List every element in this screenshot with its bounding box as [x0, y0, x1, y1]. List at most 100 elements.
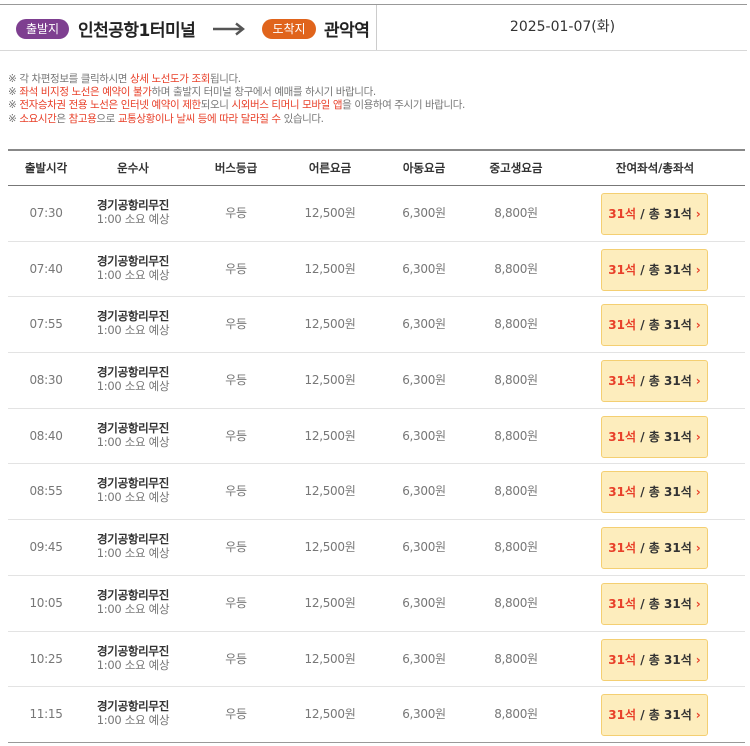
carrier-info: 경기공항리무진 1:00 소요 예상 — [97, 644, 170, 673]
notice-text: ※ — [8, 112, 20, 125]
header-teen-fare: 중고생요금 — [489, 161, 543, 175]
chevron-right-icon: › — [695, 207, 701, 221]
chevron-right-icon: › — [695, 541, 701, 556]
select-seat-button[interactable]: 31석 / 총 31석 › — [601, 638, 708, 681]
total-seats: / 총 31석 — [640, 429, 692, 444]
select-seat-button[interactable]: 31석 / 총 31석 › — [601, 527, 708, 570]
notice-text: 됩니다. — [209, 73, 241, 85]
bus-grade: 우등 — [225, 428, 247, 443]
departure-time: 09:45 — [29, 540, 63, 555]
child-fare: 6,300원 — [402, 206, 446, 220]
remaining-seats: 31석 — [608, 541, 637, 556]
adult-fare: 12,500원 — [304, 595, 356, 610]
notice-highlight: 참고용 — [68, 112, 97, 125]
select-seat-button[interactable]: 31석 / 총 31석 › — [601, 360, 708, 403]
adult-fare: 12,500원 — [304, 261, 356, 276]
remaining-seats: 31석 — [608, 485, 637, 500]
total-seats: / 총 31석 — [640, 207, 692, 221]
select-seat-button[interactable]: 31석 / 총 31석 › — [601, 582, 708, 625]
remaining-seats: 31석 — [608, 429, 637, 444]
notice-text: 되오니 — [200, 99, 232, 112]
table-row[interactable]: 07:55 경기공항리무진 1:00 소요 예상 우등 12,500원 6,300원 8,8… — [8, 297, 745, 354]
teen-fare: 8,800원 — [494, 261, 538, 276]
notice-text: 은 — [56, 112, 69, 125]
table-header: 출발시각 운수사 버스등급 어른요금 아동요금 중고생요금 잔여좌석/총좌석 — [8, 149, 745, 186]
table-row[interactable]: 07:40 경기공항리무진 1:00 소요 예상 우등 12,500원 6,300원 8,8… — [8, 242, 745, 298]
table-row[interactable]: 09:45 경기공항리무진 1:00 소요 예상 우등 12,500원 6,300원 8,8… — [8, 520, 745, 576]
remaining-seats: 31석 — [608, 262, 637, 277]
select-seat-button[interactable]: 31석 / 총 31석 › — [601, 471, 708, 514]
estimated-duration: 1:00 소요 예상 — [96, 601, 170, 616]
carrier-name: 경기공항리무진 — [97, 365, 169, 380]
bus-grade: 우등 — [225, 261, 247, 276]
notice-line: ※ 소요시간은 참고용으로 교통상황이나 날씨 등에 따라 달라질 수 있습니다… — [8, 113, 743, 126]
chevron-right-icon: › — [695, 429, 701, 444]
table-row[interactable]: 07:30 경기공항리무진 1:00 소요 예상 우등 12,500원 6,300원 8,8… — [8, 186, 745, 242]
notice-highlight: 상세 노선도가 조회 — [130, 73, 210, 85]
select-seat-button[interactable]: 31석 / 총 31석 › — [601, 304, 708, 347]
carrier-name: 경기공항리무진 — [97, 198, 169, 212]
chevron-right-icon: › — [695, 596, 701, 611]
schedule-table: 출발시각 운수사 버스등급 어른요금 아동요금 중고생요금 잔여좌석/총좌석 07:30 경기… — [8, 149, 745, 743]
total-seats: / 총 31석 — [640, 374, 692, 389]
bus-grade: 우등 — [225, 317, 247, 332]
estimated-duration: 1:00 소요 예상 — [96, 267, 170, 282]
notice-text: 으로 — [96, 112, 118, 125]
select-seat-button[interactable]: 31석 / 총 31석 › — [601, 193, 708, 235]
remaining-seats: 31석 — [608, 318, 637, 333]
departure-date: 2025-01-07(화) — [509, 19, 616, 35]
estimated-duration: 1:00 소요 예상 — [96, 713, 170, 728]
table-body: 07:30 경기공항리무진 1:00 소요 예상 우등 12,500원 6,300원 8,8… — [8, 186, 745, 743]
carrier-info: 경기공항리무진 1:00 소요 예상 — [96, 254, 170, 283]
departure-badge: 출발지 — [16, 19, 69, 39]
table-row[interactable]: 08:30 경기공항리무진 1:00 소요 예상 우등 12,500원 6,300원 8,8… — [8, 353, 745, 409]
header-adult-fare: 어른요금 — [308, 161, 352, 175]
child-fare: 6,300원 — [402, 651, 446, 666]
notice-highlight: 전자승차권 전용 노선은 인터넷 예약이 제한 — [19, 99, 201, 112]
table-row[interactable]: 11:15 경기공항리무진 1:00 소요 예상 우등 12,500원 6,300원 8,8… — [8, 687, 745, 743]
remaining-seats: 31석 — [608, 374, 637, 389]
adult-fare: 12,500원 — [304, 707, 356, 722]
arrival-terminal: 관악역 — [324, 21, 370, 41]
carrier-info: 경기공항리무진 1:00 소요 예상 — [96, 699, 170, 728]
estimated-duration: 1:00 소요 예상 — [96, 379, 170, 394]
departure-time: 08:30 — [29, 373, 63, 388]
table-row[interactable]: 08:55 경기공항리무진 1:00 소요 예상 우등 12,500원 6,300원 8,8… — [8, 464, 745, 521]
total-seats: / 총 31석 — [640, 708, 692, 723]
header-seats: 잔여좌석/총좌석 — [615, 161, 695, 175]
table-row[interactable]: 10:25 경기공항리무진 1:00 소요 예상 우등 12,500원 6,300원 8,8… — [8, 632, 745, 688]
notice-list: ※ 각 차편정보를 클릭하시면 상세 노선도가 조회됩니다. ※ 좌석 비지정 노… — [8, 73, 743, 126]
teen-fare: 8,800원 — [494, 595, 538, 610]
adult-fare: 12,500원 — [304, 317, 356, 332]
notice-text: ※ — [8, 99, 20, 112]
total-seats: / 총 31석 — [640, 596, 692, 611]
select-seat-button[interactable]: 31석 / 총 31석 › — [601, 694, 708, 737]
total-seats: / 총 31석 — [640, 541, 692, 556]
child-fare: 6,300원 — [402, 317, 446, 332]
bus-grade: 우등 — [225, 540, 247, 555]
table-row[interactable]: 10:05 경기공항리무진 1:00 소요 예상 우등 12,500원 6,300원 8,8… — [8, 576, 745, 632]
carrier-name: 경기공항리무진 — [97, 309, 169, 324]
carrier-info: 경기공항리무진 1:00 소요 예상 — [97, 532, 170, 561]
departure-time: 10:05 — [29, 595, 63, 610]
notice-line: ※ 각 차편정보를 클릭하시면 상세 노선도가 조회됩니다. — [8, 73, 743, 86]
child-fare: 6,300원 — [402, 540, 446, 555]
carrier-name: 경기공항리무진 — [97, 699, 169, 714]
teen-fare: 8,800원 — [494, 373, 538, 388]
estimated-duration: 1:00 소요 예상 — [96, 434, 170, 449]
notice-highlight: 좌석 비지정 노선은 예약이 불가 — [19, 86, 152, 99]
header-carrier: 운수사 — [117, 161, 149, 175]
remaining-seats: 31석 — [608, 596, 637, 611]
teen-fare: 8,800원 — [494, 707, 538, 722]
carrier-name: 경기공항리무진 — [97, 420, 169, 435]
teen-fare: 8,800원 — [494, 484, 538, 499]
child-fare: 6,300원 — [402, 484, 446, 499]
bus-grade: 우등 — [225, 373, 247, 388]
table-row[interactable]: 08:40 경기공항리무진 1:00 소요 예상 우등 12,500원 6,300원 8,8… — [8, 409, 745, 465]
departure-time: 11:15 — [29, 707, 63, 722]
departure-time: 07:55 — [29, 317, 63, 332]
total-seats: / 총 31석 — [640, 485, 692, 500]
select-seat-button[interactable]: 31석 / 총 31석 › — [601, 248, 708, 291]
total-seats: / 총 31석 — [640, 652, 692, 667]
select-seat-button[interactable]: 31석 / 총 31석 › — [601, 415, 708, 458]
